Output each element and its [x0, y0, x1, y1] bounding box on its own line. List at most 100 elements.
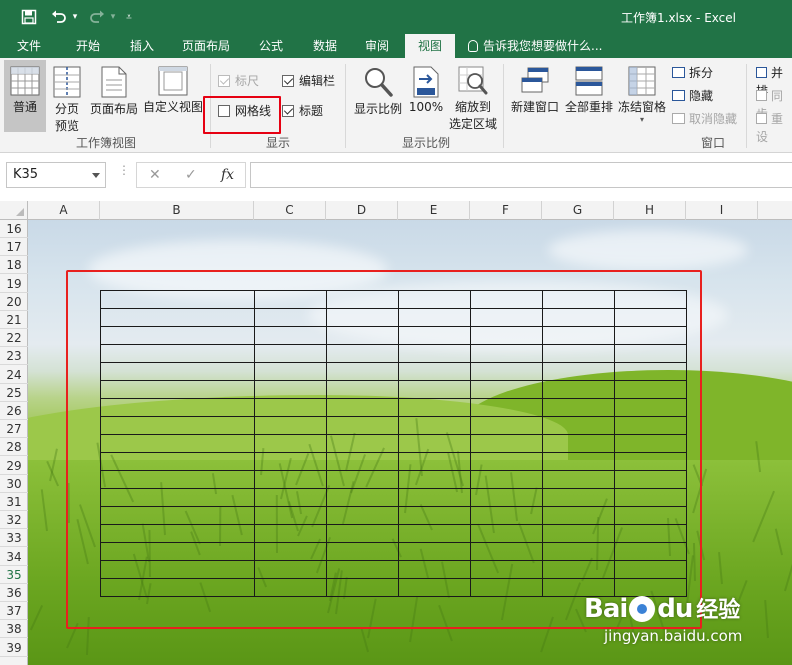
tab-insert[interactable]: 插入 [116, 34, 168, 58]
zoom-group-label: 显示比例 [402, 136, 451, 150]
chevron-down-icon[interactable] [92, 173, 100, 178]
formula-input[interactable] [250, 162, 792, 188]
column-header-i[interactable]: I [686, 201, 758, 220]
formula-bar-label: 编辑栏 [299, 74, 336, 88]
formula-bar-checkbox[interactable]: 编辑栏 [282, 72, 335, 90]
normal-view-icon [10, 66, 40, 96]
cancel-icon[interactable]: ✕ [149, 167, 161, 183]
sync-scroll-icon [756, 90, 767, 101]
headings-checkbox[interactable]: 标题 [282, 102, 323, 120]
column-header-h[interactable]: H [614, 201, 686, 220]
row-header-30[interactable]: 30 [0, 475, 28, 493]
watermark-cn: 经验 [696, 598, 741, 623]
sync-scroll-button[interactable]: 同步 [756, 87, 792, 121]
row-header-23[interactable]: 23 [0, 347, 28, 366]
row-header-39[interactable]: 39 [0, 639, 28, 657]
custom-views-label: 自定义视图 [142, 100, 203, 114]
name-box[interactable]: K35 [6, 162, 106, 188]
title-bar: ▾ ▾ ⩡ 工作簿1.xlsx - Excel [0, 0, 792, 34]
row-header-22[interactable]: 22 [0, 329, 28, 348]
freeze-panes-button[interactable]: 冻结窗格 ▾ [616, 60, 668, 124]
tell-me-search[interactable]: 告诉我您想要做什么... [468, 34, 602, 58]
undo-dropdown-icon[interactable]: ▾ [64, 6, 86, 28]
reset-position-button[interactable]: 重设 [756, 110, 792, 144]
custom-views-button[interactable]: 自定义视图 [142, 60, 204, 115]
row-header-24[interactable]: 24 [0, 366, 28, 384]
magnifier-icon [363, 66, 393, 98]
tab-page-layout[interactable]: 页面布局 [172, 34, 240, 58]
split-button[interactable]: 拆分 [672, 64, 713, 82]
select-all-button[interactable] [0, 201, 28, 220]
enter-icon[interactable]: ✓ [185, 167, 197, 183]
new-window-button[interactable]: 新建窗口 [508, 60, 562, 115]
column-header-a[interactable]: A [28, 201, 100, 220]
cloud [548, 230, 748, 270]
zoom-selection-icon [458, 66, 488, 96]
row-header-16[interactable]: 16 [0, 220, 28, 238]
row-header-27[interactable]: 27 [0, 420, 28, 439]
tab-home[interactable]: 开始 [62, 34, 114, 58]
column-header-e[interactable]: E [398, 201, 470, 220]
row-header-32[interactable]: 32 [0, 511, 28, 530]
tab-review[interactable]: 审阅 [352, 34, 402, 58]
more-options-icon[interactable]: ⋮ [118, 164, 130, 176]
zoom-button[interactable]: 显示比例 [352, 60, 404, 117]
row-header-31[interactable]: 31 [0, 493, 28, 511]
tab-file[interactable]: 文件 [4, 34, 54, 58]
page-layout-view-button[interactable]: 页面布局 [88, 60, 140, 117]
row-header-34[interactable]: 34 [0, 548, 28, 566]
name-box-value: K35 [13, 167, 39, 182]
row-header-28[interactable]: 28 [0, 438, 28, 457]
row-header-17[interactable]: 17 [0, 238, 28, 257]
tab-formulas[interactable]: 公式 [246, 34, 296, 58]
row-header-25[interactable]: 25 [0, 384, 28, 402]
zoom-selection-label-2: 选定区域 [448, 117, 497, 131]
row-header-21[interactable]: 21 [0, 311, 28, 329]
row-header-18[interactable]: 18 [0, 256, 28, 275]
customize-qat-icon[interactable]: ⩡ [118, 6, 140, 28]
ruler-checkbox[interactable]: 标尺 [218, 72, 259, 90]
zoom-label: 显示比例 [353, 102, 402, 116]
ruler-label: 标尺 [235, 74, 260, 88]
new-window-icon [520, 66, 550, 96]
row-header-19[interactable]: 19 [0, 275, 28, 293]
row-header-20[interactable]: 20 [0, 293, 28, 311]
column-header-d[interactable]: D [326, 201, 398, 220]
group-divider [345, 64, 346, 148]
zoom-to-selection-button[interactable]: 缩放到 选定区域 [446, 60, 500, 132]
workbook-views-group-label: 工作簿视图 [76, 136, 137, 150]
save-icon[interactable] [18, 6, 40, 28]
column-header-g[interactable]: G [542, 201, 614, 220]
row-header-37[interactable]: 37 [0, 602, 28, 621]
tell-me-placeholder: 告诉我您想要做什么... [483, 39, 603, 53]
row-headers: 16 17 18 19 20 21 22 23 24 25 26 27 28 29 30 31 32 33 34 35… [0, 220, 28, 665]
view-side-by-side-button[interactable]: 并排 [756, 64, 792, 98]
row-header-36[interactable]: 36 [0, 584, 28, 602]
row-header-26[interactable]: 26 [0, 402, 28, 420]
row-header-38[interactable]: 38 [0, 620, 28, 639]
column-header-f[interactable]: F [470, 201, 542, 220]
hide-button[interactable]: 隐藏 [672, 87, 713, 105]
zoom-100-button[interactable]: 100% [408, 60, 444, 114]
custom-views-icon [158, 66, 188, 96]
insert-function-icon[interactable]: fx [221, 167, 234, 183]
tab-data[interactable]: 数据 [300, 34, 350, 58]
normal-view-button[interactable]: 普通 [4, 60, 46, 132]
side-by-side-icon [756, 67, 767, 78]
formula-bar-checkbox-box [282, 75, 294, 87]
row-header-29[interactable]: 29 [0, 457, 28, 475]
tab-view[interactable]: 视图 [405, 34, 455, 58]
row-header-33[interactable]: 33 [0, 529, 28, 548]
arrange-all-button[interactable]: 全部重排 [562, 60, 616, 115]
unhide-icon [672, 113, 685, 124]
column-header-b[interactable]: B [100, 201, 254, 220]
lightbulb-icon [468, 40, 478, 52]
column-header-c[interactable]: C [254, 201, 326, 220]
ribbon-tabs: 文件 开始 插入 页面布局 公式 数据 审阅 视图 告诉我您想要做什么... [0, 34, 792, 58]
zoom-100-label: 100% [408, 100, 444, 114]
page-break-preview-icon [53, 66, 81, 98]
page-break-preview-button[interactable]: 分页 预览 [50, 60, 84, 134]
row-header-35[interactable]: 35 [0, 566, 28, 584]
unhide-button[interactable]: 取消隐藏 [672, 110, 737, 128]
baidu-watermark: Bai du 经验 [584, 592, 740, 624]
